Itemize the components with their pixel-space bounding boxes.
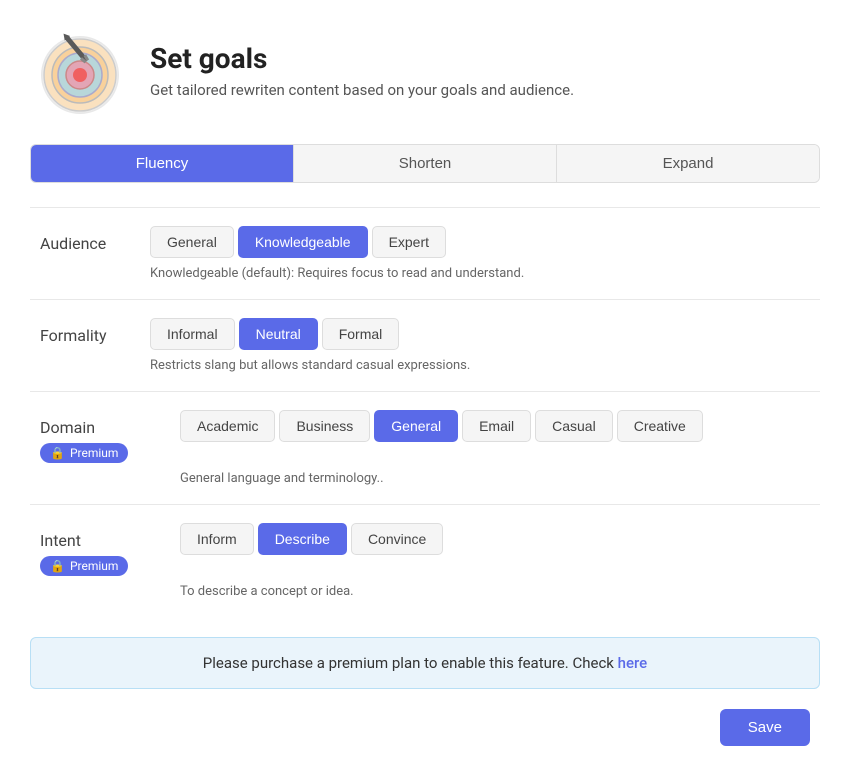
- logo-container: [30, 20, 130, 120]
- domain-option-creative[interactable]: Creative: [617, 410, 703, 442]
- lock-icon-domain: 🔒: [50, 446, 65, 460]
- save-button[interactable]: Save: [720, 709, 810, 746]
- premium-notice-link[interactable]: here: [618, 654, 648, 672]
- audience-row-inner: Audience General Knowledgeable Expert: [40, 226, 810, 258]
- intent-option-convince[interactable]: Convince: [351, 523, 443, 555]
- tab-fluency[interactable]: Fluency: [31, 145, 293, 182]
- domain-row-inner: Domain 🔒 Premium Academic Business Gener…: [40, 410, 810, 463]
- audience-section: Audience General Knowledgeable Expert Kn…: [30, 208, 820, 299]
- intent-row-inner: Intent 🔒 Premium Inform Describe Convinc…: [40, 523, 810, 576]
- intent-premium-badge: 🔒 Premium: [40, 556, 128, 576]
- page-subtitle: Get tailored rewriten content based on y…: [150, 81, 574, 99]
- intent-premium-label: Premium: [70, 559, 118, 573]
- domain-premium-badge: 🔒 Premium: [40, 443, 128, 463]
- header-text: Set goals Get tailored rewriten content …: [150, 42, 574, 99]
- audience-options: General Knowledgeable Expert: [150, 226, 810, 258]
- domain-description: General language and terminology..: [40, 471, 810, 486]
- intent-label: Intent: [40, 523, 160, 550]
- lock-icon-intent: 🔒: [50, 559, 65, 573]
- page-container: Set goals Get tailored rewriten content …: [0, 0, 850, 776]
- formality-options: Informal Neutral Formal: [150, 318, 810, 350]
- domain-label: Domain: [40, 410, 160, 437]
- domain-section: Domain 🔒 Premium Academic Business Gener…: [30, 392, 820, 504]
- domain-options: Academic Business General Email Casual C…: [180, 410, 810, 442]
- intent-option-describe[interactable]: Describe: [258, 523, 347, 555]
- formality-option-neutral[interactable]: Neutral: [239, 318, 318, 350]
- tabs-container: Fluency Shorten Expand: [30, 144, 820, 183]
- premium-notice: Please purchase a premium plan to enable…: [30, 637, 820, 689]
- page-title: Set goals: [150, 42, 574, 75]
- audience-label: Audience: [40, 226, 130, 253]
- tab-shorten[interactable]: Shorten: [293, 145, 556, 182]
- intent-options: Inform Describe Convince: [180, 523, 810, 555]
- intent-label-block: Intent 🔒 Premium: [40, 523, 160, 576]
- domain-option-email[interactable]: Email: [462, 410, 531, 442]
- target-logo: [30, 20, 130, 120]
- audience-description: Knowledgeable (default): Requires focus …: [40, 266, 810, 281]
- domain-option-casual[interactable]: Casual: [535, 410, 613, 442]
- header: Set goals Get tailored rewriten content …: [30, 20, 820, 120]
- formality-section: Formality Informal Neutral Formal Restri…: [30, 300, 820, 391]
- domain-premium-label: Premium: [70, 446, 118, 460]
- formality-option-formal[interactable]: Formal: [322, 318, 400, 350]
- tab-expand[interactable]: Expand: [556, 145, 819, 182]
- intent-section: Intent 🔒 Premium Inform Describe Convinc…: [30, 505, 820, 617]
- formality-option-informal[interactable]: Informal: [150, 318, 235, 350]
- domain-option-general[interactable]: General: [374, 410, 458, 442]
- save-row: Save: [30, 709, 820, 746]
- audience-option-expert[interactable]: Expert: [372, 226, 446, 258]
- audience-option-knowledgeable[interactable]: Knowledgeable: [238, 226, 368, 258]
- domain-option-academic[interactable]: Academic: [180, 410, 275, 442]
- audience-option-general[interactable]: General: [150, 226, 234, 258]
- domain-option-business[interactable]: Business: [279, 410, 370, 442]
- intent-option-inform[interactable]: Inform: [180, 523, 254, 555]
- formality-label: Formality: [40, 318, 130, 345]
- domain-label-block: Domain 🔒 Premium: [40, 410, 160, 463]
- intent-description: To describe a concept or idea.: [40, 584, 810, 599]
- premium-notice-text: Please purchase a premium plan to enable…: [203, 654, 614, 672]
- formality-description: Restricts slang but allows standard casu…: [40, 358, 810, 373]
- formality-row-inner: Formality Informal Neutral Formal: [40, 318, 810, 350]
